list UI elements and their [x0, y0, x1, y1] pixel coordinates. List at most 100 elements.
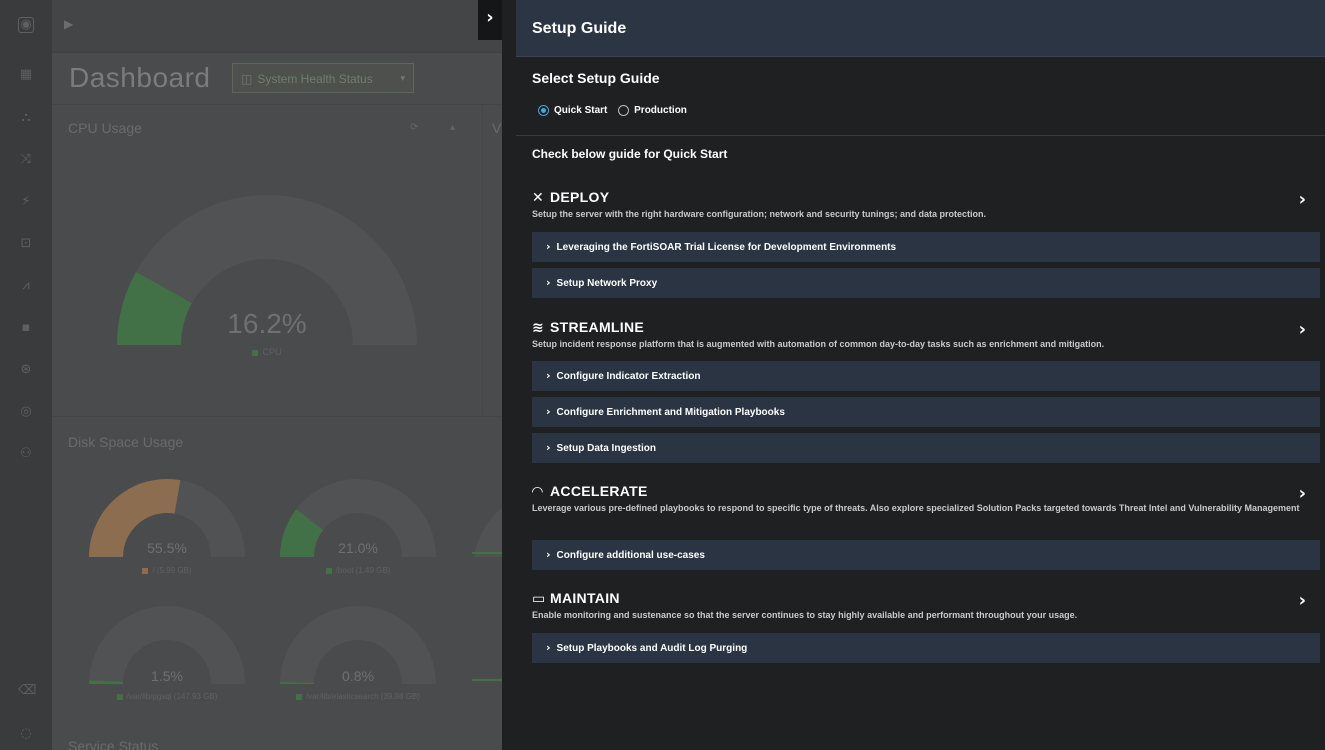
cpu-legend: CPU — [217, 347, 317, 357]
cpu-panel-title: CPU Usage — [68, 120, 142, 136]
disk-legend-label: / (5.99 GB) — [152, 566, 192, 575]
dashboard-select[interactable]: ◫ System Health Status ▾ — [232, 63, 414, 93]
disk-legend-label: /boot (1.49 GB) — [335, 566, 391, 575]
extra-panel-title: V — [492, 120, 502, 136]
guide-item[interactable]: › Configure Enrichment and Mitigation Pla… — [532, 397, 1320, 427]
section-description: Setup incident response platform that is… — [532, 339, 1105, 349]
disk-legend-label: /var/lib/pgsql (147.93 GB) — [126, 692, 218, 701]
chevron-right-icon[interactable]: › — [1299, 189, 1306, 210]
dashboard-icon[interactable]: ▦ — [18, 67, 34, 83]
chevron-right-icon: › — [546, 441, 551, 454]
settings-icon[interactable]: ◌ — [18, 726, 34, 742]
guide-item-label: Configure Indicator Extraction — [556, 371, 701, 382]
cpu-value: 16.2% — [227, 308, 307, 339]
disk-legend: /boot (1.49 GB) — [298, 566, 418, 575]
disk-legend: /var/lib/pgsql (147.93 GB) — [97, 692, 237, 701]
chevron-right-icon[interactable]: › — [1299, 590, 1306, 611]
chevron-right-icon: › — [546, 240, 551, 253]
quick-start-radio[interactable] — [538, 105, 549, 116]
section-description: Enable monitoring and sustenance so that… — [532, 610, 1078, 620]
section-accelerate-header[interactable]: ◠ ACCELERATE — [532, 483, 648, 500]
chevron-right-icon: › — [546, 641, 551, 654]
guide-item-label: Setup Data Ingestion — [556, 443, 656, 454]
chevron-right-icon: › — [546, 369, 551, 382]
disk-panel-title: Disk Space Usage — [68, 434, 184, 450]
briefcase-icon[interactable]: ⊡ — [18, 236, 34, 252]
guide-item[interactable]: › Configure Indicator Extraction — [532, 361, 1320, 391]
guide-item-label: Setup Network Proxy — [556, 278, 658, 289]
apps-icon[interactable]: ▪ — [18, 320, 34, 336]
disk-value: 0.8% — [342, 668, 374, 684]
guide-item[interactable]: › Setup Network Proxy — [532, 268, 1320, 298]
guide-item-label: Setup Playbooks and Audit Log Purging — [556, 643, 748, 654]
lightning-icon[interactable]: ⚡ — [18, 194, 34, 210]
section-description: Setup the server with the right hardware… — [532, 209, 987, 219]
disk-legend: / (5.99 GB) — [107, 566, 227, 575]
layers-icon: ≋ — [532, 320, 545, 336]
page-title: Dashboard — [69, 62, 211, 93]
automation-icon[interactable]: ⊛ — [18, 362, 34, 378]
legend-swatch — [116, 693, 123, 700]
divider — [516, 135, 1325, 136]
app-logo-icon[interactable]: ◉ — [18, 17, 34, 33]
monitor-icon: ▭ — [532, 591, 546, 607]
chevron-right-icon[interactable]: › — [1299, 483, 1306, 504]
chevron-right-icon: › — [546, 276, 551, 289]
select-guide-title: Select Setup Guide — [532, 70, 660, 86]
legend-swatch — [296, 693, 303, 700]
section-streamline-header[interactable]: ≋ STREAMLINE — [532, 319, 644, 336]
guide-item-label: Leveraging the FortiSOAR Trial License f… — [556, 242, 897, 253]
users-icon[interactable]: ⚇ — [18, 446, 34, 462]
disk-gauge-partial-value — [472, 679, 502, 681]
drawer-title: Setup Guide — [532, 20, 627, 37]
dashboard-select-icon: ◫ — [241, 72, 253, 86]
dashboard-topbar: ▶ — [52, 0, 502, 53]
section-title: DEPLOY — [550, 189, 610, 205]
disk-gauge-partial-value — [472, 552, 502, 554]
drawer-header: Setup Guide — [516, 0, 1325, 57]
support-icon[interactable]: ◎ — [18, 404, 34, 420]
check-guide-title: Check below guide for Quick Start — [532, 147, 728, 161]
divider — [52, 104, 502, 105]
guide-radio-group: Quick Start Production — [538, 105, 695, 116]
chevron-down-icon: ▾ — [400, 74, 405, 84]
disk-value: 55.5% — [147, 540, 187, 556]
chevron-right-icon: › — [546, 548, 551, 561]
divider — [482, 105, 483, 415]
chevron-right-icon: › — [486, 7, 494, 28]
section-maintain-header[interactable]: ▭ MAINTAIN — [532, 590, 620, 607]
disk-legend-label: /var/lib/elasticsearch (39.98 GB) — [306, 692, 420, 701]
incidents-icon[interactable]: ⛬ — [18, 110, 34, 126]
disk-gauge-partial — [474, 508, 502, 557]
refresh-icon[interactable]: ⟳ — [410, 122, 418, 133]
section-deploy-header[interactable]: ✕ DEPLOY — [532, 189, 609, 206]
legend-swatch — [325, 567, 332, 574]
guide-item[interactable]: › Setup Playbooks and Audit Log Purging — [532, 633, 1320, 663]
chevron-right-icon[interactable]: › — [1299, 319, 1306, 340]
trash-icon[interactable]: ⌫ — [18, 683, 36, 699]
production-radio[interactable] — [618, 105, 630, 116]
guide-item[interactable]: › Configure additional use-cases — [532, 540, 1320, 570]
service-panel-title: Service Status — [68, 738, 159, 750]
disk-legend: /var/lib/elasticsearch (39.98 GB) — [278, 692, 438, 701]
section-title: STREAMLINE — [550, 319, 644, 335]
disk-value: 21.0% — [338, 540, 378, 556]
cpu-legend-label: CPU — [262, 347, 282, 357]
close-drawer-button[interactable]: › — [478, 0, 502, 40]
divider — [52, 416, 502, 417]
section-title: ACCELERATE — [550, 483, 648, 499]
section-description: Leverage various pre-defined playbooks t… — [532, 503, 1300, 513]
section-title: MAINTAIN — [550, 590, 620, 606]
production-label[interactable]: Production — [634, 105, 687, 116]
guide-item[interactable]: › Leveraging the FortiSOAR Trial License … — [532, 232, 1320, 262]
shuffle-icon[interactable]: ⤨ — [18, 152, 34, 168]
chevron-right-icon: › — [546, 405, 551, 418]
chevron-up-icon[interactable]: ▴ — [450, 122, 455, 133]
left-navigation-rail: ◉ ▦ ⛬ ⤨ ⚡ ⊡ ⩘ ▪ ⊛ ◎ ⚇ ⌫ ◌ — [0, 0, 52, 750]
quick-start-label[interactable]: Quick Start — [554, 105, 607, 116]
expand-icon[interactable]: ▶ — [64, 17, 73, 31]
speedometer-icon: ◠ — [532, 484, 544, 500]
tools-icon: ✕ — [532, 190, 545, 206]
chart-icon[interactable]: ⩘ — [18, 278, 34, 294]
guide-item[interactable]: › Setup Data Ingestion — [532, 433, 1320, 463]
